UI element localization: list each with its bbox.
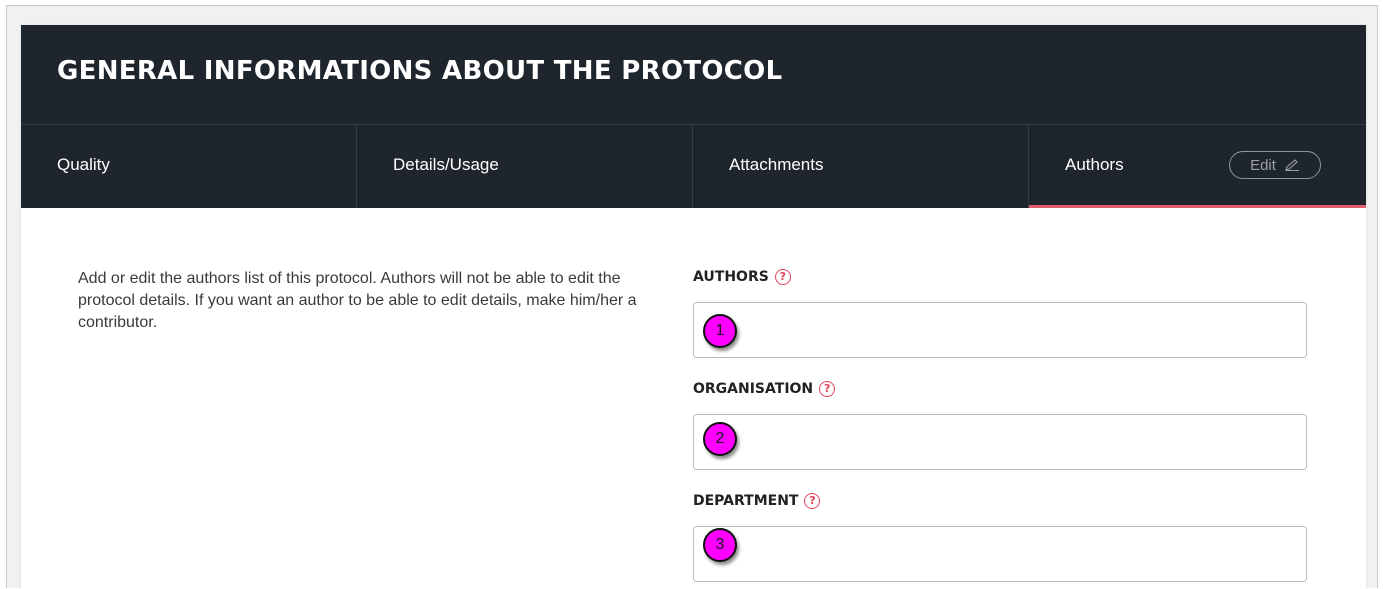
tab-label: Attachments xyxy=(729,155,824,174)
callout-marker-1: 1 xyxy=(703,314,737,348)
help-icon[interactable]: ? xyxy=(819,381,836,397)
tab-label: Quality xyxy=(57,155,110,174)
tab-label: Authors xyxy=(1065,155,1124,174)
organisation-label: ORGANISATION ? xyxy=(693,381,836,397)
callout-marker-2: 2 xyxy=(703,422,737,456)
organisation-input[interactable] xyxy=(693,414,1307,470)
pencil-icon xyxy=(1284,159,1300,171)
authors-label-text: AUTHORS xyxy=(693,269,769,285)
tab-attachments[interactable]: Attachments xyxy=(693,125,1029,208)
department-input[interactable] xyxy=(693,526,1307,582)
callout-marker-3: 3 xyxy=(703,528,737,562)
edit-button[interactable]: Edit xyxy=(1229,151,1321,179)
window-frame: GENERAL INFORMATIONS ABOUT THE PROTOCOL … xyxy=(6,5,1378,589)
tab-quality[interactable]: Quality xyxy=(21,125,357,208)
department-label-text: DEPARTMENT xyxy=(693,493,799,509)
help-icon[interactable]: ? xyxy=(774,269,791,285)
authors-description: Add or edit the authors list of this pro… xyxy=(78,270,637,331)
help-icon[interactable]: ? xyxy=(804,493,821,509)
page-title: GENERAL INFORMATIONS ABOUT THE PROTOCOL xyxy=(57,56,783,86)
edit-button-label: Edit xyxy=(1250,156,1276,174)
section-header: GENERAL INFORMATIONS ABOUT THE PROTOCOL xyxy=(21,25,1366,124)
authors-input[interactable] xyxy=(693,302,1307,358)
department-label: DEPARTMENT ? xyxy=(693,493,821,509)
tab-authors[interactable]: Authors Edit xyxy=(1029,125,1366,208)
authors-label: AUTHORS ? xyxy=(693,269,791,285)
organisation-label-text: ORGANISATION xyxy=(693,381,814,397)
tab-label: Details/Usage xyxy=(393,155,499,174)
tab-bar: Quality Details/Usage Attachments Author… xyxy=(21,124,1366,208)
protocol-info-card: GENERAL INFORMATIONS ABOUT THE PROTOCOL … xyxy=(21,25,1366,589)
tab-details-usage[interactable]: Details/Usage xyxy=(357,125,693,208)
